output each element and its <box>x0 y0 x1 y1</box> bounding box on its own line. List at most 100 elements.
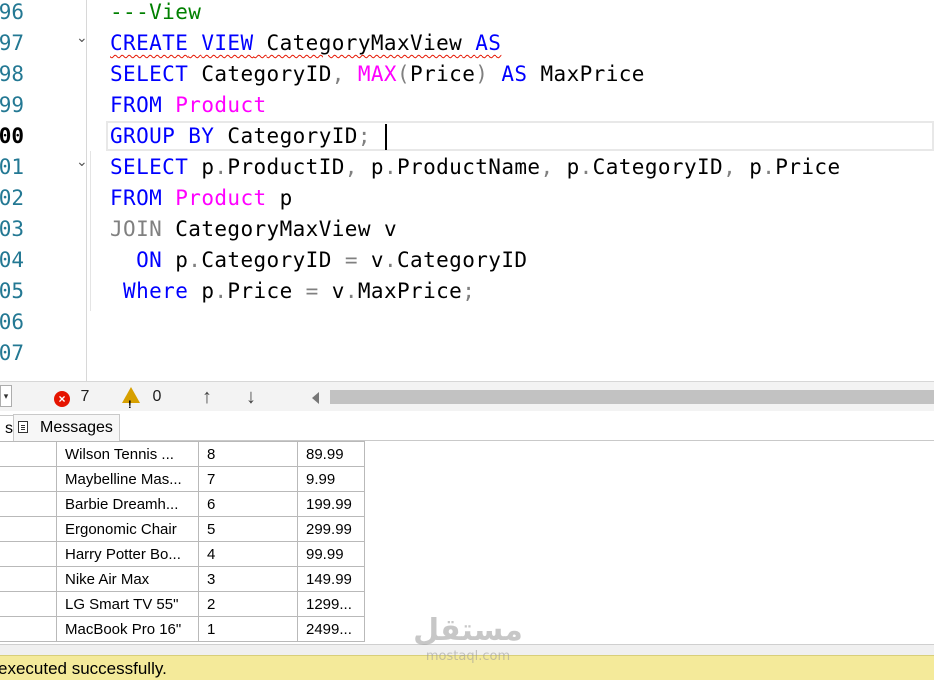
table-row[interactable]: Harry Potter Bo... 4 99.99 <box>0 541 365 567</box>
code-token: . <box>188 248 202 272</box>
code-token: Price <box>410 62 476 86</box>
line-number: 05 <box>0 279 24 303</box>
code-line[interactable]: SELECT CategoryID, MAX(Price) AS MaxPric… <box>110 59 645 90</box>
price-cell[interactable]: 9.99 <box>297 466 365 492</box>
previous-issue-button[interactable]: ↑ <box>202 382 212 412</box>
code-line[interactable]: Where p.Price = v.MaxPrice; <box>110 276 475 307</box>
row-header-cell[interactable] <box>0 466 57 492</box>
code-line[interactable]: SELECT p.ProductID, p.ProductName, p.Cat… <box>110 152 841 183</box>
row-header-cell[interactable] <box>0 541 57 567</box>
code-token: p <box>566 155 580 179</box>
line-number: 98 <box>0 62 24 86</box>
mostaql-watermark-logo: مستقل mostaql.com <box>413 613 523 664</box>
table-row[interactable]: Wilson Tennis ... 8 89.99 <box>0 441 365 467</box>
tab-results[interactable]: s <box>0 415 14 441</box>
code-token: , <box>331 62 345 86</box>
warning-count-value: 0 <box>152 388 162 405</box>
category-id-cell[interactable]: 3 <box>198 566 298 592</box>
code-line[interactable]: FROM Product p <box>110 183 293 214</box>
error-count[interactable]: × 7 <box>54 382 89 412</box>
product-name-cell[interactable]: MacBook Pro 16" <box>56 616 199 642</box>
price-cell[interactable]: 299.99 <box>297 516 365 542</box>
row-header-cell[interactable] <box>0 491 57 517</box>
product-name-cell[interactable]: Maybelline Mas... <box>56 466 199 492</box>
warning-icon: ! <box>122 387 140 411</box>
product-name-cell[interactable]: Nike Air Max <box>56 566 199 592</box>
code-token: SELECT <box>110 62 189 86</box>
price-cell[interactable]: 199.99 <box>297 491 365 517</box>
code-token: = <box>305 279 319 303</box>
code-line[interactable]: ---View <box>110 0 201 28</box>
tab-messages[interactable]: Messages <box>13 414 120 441</box>
error-icon: × <box>54 391 70 407</box>
line-number: 96 <box>0 0 24 24</box>
row-header-cell[interactable] <box>0 616 57 642</box>
code-line[interactable]: CREATE VIEW CategoryMaxView AS <box>110 28 501 59</box>
code-token: Product <box>175 186 267 210</box>
table-row[interactable]: Barbie Dreamh... 6 199.99 <box>0 491 365 517</box>
product-name-cell[interactable]: Barbie Dreamh... <box>56 491 199 517</box>
horizontal-scrollbar-thumb[interactable] <box>330 390 934 404</box>
row-header-cell[interactable] <box>0 566 57 592</box>
editor-margin-line <box>86 0 87 383</box>
code-line[interactable]: GROUP BY CategoryID; <box>110 121 371 152</box>
fold-chevron-icon[interactable]: ⌄ <box>76 22 88 53</box>
table-row[interactable]: Nike Air Max 3 149.99 <box>0 566 365 592</box>
code-token: p <box>279 186 293 210</box>
product-name-cell[interactable]: Harry Potter Bo... <box>56 541 199 567</box>
line-number: 07 <box>0 341 24 365</box>
table-row[interactable]: Ergonomic Chair 5 299.99 <box>0 516 365 542</box>
watermark-latin: mostaql.com <box>426 649 510 664</box>
code-token: ) <box>475 62 489 86</box>
product-name-cell[interactable]: Ergonomic Chair <box>56 516 199 542</box>
query-editor[interactable]: 96 97 98 99 00 01 02 03 04 05 06 07 ---View CREATE V… <box>0 0 934 383</box>
table-row[interactable]: MacBook Pro 16" 1 2499... <box>0 616 365 642</box>
code-token: , <box>344 155 358 179</box>
category-id-cell[interactable]: 2 <box>198 591 298 617</box>
price-cell[interactable]: 99.99 <box>297 541 365 567</box>
warning-count[interactable]: ! 0 <box>122 382 161 412</box>
price-cell[interactable]: 89.99 <box>297 441 365 467</box>
tab-results-label: s <box>5 420 13 437</box>
price-cell[interactable]: 2499... <box>297 616 365 642</box>
code-token: , <box>540 155 554 179</box>
text-caret <box>385 124 387 150</box>
table-row[interactable]: Maybelline Mas... 7 9.99 <box>0 466 365 492</box>
code-token: Price <box>227 279 293 303</box>
category-id-cell[interactable]: 1 <box>198 616 298 642</box>
category-id-cell[interactable]: 7 <box>198 466 298 492</box>
category-id-cell[interactable]: 6 <box>198 491 298 517</box>
zoom-dropdown[interactable]: ▾ <box>0 385 12 407</box>
code-line[interactable]: FROM Product <box>110 90 267 121</box>
results-grid[interactable]: Wilson Tennis ... 8 89.99 Maybelline Mas...… <box>0 441 365 642</box>
code-line[interactable]: ON p.CategoryID = v.CategoryID <box>110 245 527 276</box>
category-id-cell[interactable]: 5 <box>198 516 298 542</box>
code-token: v <box>331 279 345 303</box>
table-row[interactable]: LG Smart TV 55" 2 1299... <box>0 591 365 617</box>
row-header-cell[interactable] <box>0 591 57 617</box>
fold-chevron-icon[interactable]: ⌄ <box>76 146 88 177</box>
product-name-cell[interactable]: LG Smart TV 55" <box>56 591 199 617</box>
category-id-cell[interactable]: 4 <box>198 541 298 567</box>
next-issue-button[interactable]: ↓ <box>246 382 256 412</box>
code-token: MAX <box>357 62 397 86</box>
row-header-cell[interactable] <box>0 516 57 542</box>
row-header-cell[interactable] <box>0 441 57 467</box>
scroll-left-arrow-icon[interactable] <box>312 392 319 404</box>
category-id-cell[interactable]: 8 <box>198 441 298 467</box>
error-count-value: 7 <box>80 388 90 405</box>
code-line[interactable]: JOIN CategoryMaxView v <box>110 214 397 245</box>
code-token: ( <box>396 62 411 86</box>
product-name-cell[interactable]: Wilson Tennis ... <box>56 441 199 467</box>
price-cell[interactable]: 1299... <box>297 591 365 617</box>
price-cell[interactable]: 149.99 <box>297 566 365 592</box>
